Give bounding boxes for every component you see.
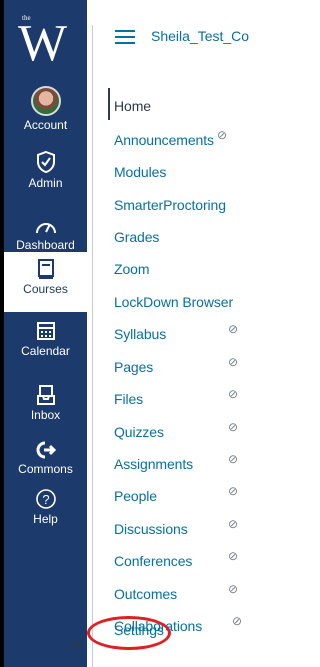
course-nav-assignments[interactable]: Assignments xyxy=(114,456,193,472)
course-nav-syllabus[interactable]: Syllabus xyxy=(114,326,166,342)
nav-divider xyxy=(92,25,93,667)
nav-item-label: Calendar xyxy=(21,344,70,358)
logo-icon: the W xyxy=(18,14,67,72)
global-navigation: the W Account Admin Dashboard Courses Ca… xyxy=(4,0,87,667)
course-nav-quizzes[interactable]: Quizzes xyxy=(114,424,164,440)
avatar xyxy=(30,86,61,116)
svg-text:?: ? xyxy=(42,492,49,507)
logo[interactable]: the W xyxy=(4,0,87,72)
help-icon: ? xyxy=(35,489,56,509)
course-nav-grades[interactable]: Grades xyxy=(114,229,159,245)
course-nav-discussions[interactable]: Discussions xyxy=(114,521,188,537)
nav-item-label: Inbox xyxy=(30,408,61,422)
hidden-eye-icon: ⊘ xyxy=(228,452,239,466)
hidden-eye-icon: ⊘ xyxy=(232,614,243,628)
course-title-breadcrumb[interactable]: Sheila_Test_Co xyxy=(151,28,249,44)
course-nav-files[interactable]: Files xyxy=(114,391,143,407)
course-nav-zoom[interactable]: Zoom xyxy=(114,261,149,277)
course-nav-pages[interactable]: Pages xyxy=(114,359,153,375)
course-nav-people[interactable]: People xyxy=(114,488,157,504)
hidden-eye-icon: ⊘ xyxy=(228,517,239,531)
nav-item-dashboard[interactable]: Dashboard xyxy=(4,216,87,252)
active-indicator xyxy=(108,88,110,120)
stray-text: e xyxy=(73,636,82,653)
hidden-eye-icon: ⊘ xyxy=(228,355,239,369)
calendar-icon xyxy=(36,322,55,340)
hidden-eye-icon: ⊘ xyxy=(228,387,239,401)
nav-item-calendar[interactable]: Calendar xyxy=(4,320,87,358)
hidden-eye-icon: ⊘ xyxy=(228,582,239,596)
nav-item-label: Admin xyxy=(28,176,63,190)
logo-letter: W xyxy=(18,15,67,70)
nav-item-label: Commons xyxy=(18,462,73,476)
hidden-eye-icon: ⊘ xyxy=(228,322,239,336)
book-icon xyxy=(37,259,54,279)
course-nav-lockdown-browser[interactable]: LockDown Browser xyxy=(114,294,233,310)
commons-icon xyxy=(36,441,56,459)
hidden-eye-icon: ⊘ xyxy=(228,420,239,434)
hidden-eye-icon: ⊘ xyxy=(228,484,239,498)
settings-highlight-annotation xyxy=(87,616,171,650)
course-nav-smarterproctoring[interactable]: SmarterProctoring xyxy=(114,197,226,213)
dashboard-icon xyxy=(35,223,56,234)
course-nav-home[interactable]: Home xyxy=(114,98,151,114)
course-nav-outcomes[interactable]: Outcomes xyxy=(114,586,177,602)
nav-item-label: Help xyxy=(33,512,58,526)
shield-icon xyxy=(36,150,55,174)
course-nav-conferences[interactable]: Conferences xyxy=(114,553,192,569)
hidden-eye-icon: ⊘ xyxy=(228,549,239,563)
nav-item-help[interactable]: ? Help xyxy=(4,488,87,526)
nav-item-label: Account xyxy=(23,118,68,132)
course-nav-announcements[interactable]: Announcements xyxy=(114,132,214,148)
nav-item-admin[interactable]: Admin xyxy=(4,150,87,190)
course-nav-modules[interactable]: Modules xyxy=(114,164,166,180)
nav-item-commons[interactable]: Commons xyxy=(4,440,87,476)
nav-item-label: Courses xyxy=(23,282,68,296)
nav-item-account[interactable]: Account xyxy=(4,86,87,132)
nav-item-inbox[interactable]: Inbox xyxy=(4,384,87,422)
hamburger-menu-icon[interactable] xyxy=(115,30,135,44)
nav-item-courses[interactable]: Courses xyxy=(4,252,87,312)
hidden-eye-icon: ⊘ xyxy=(217,128,228,142)
nav-item-label: Dashboard xyxy=(16,238,75,252)
inbox-icon xyxy=(36,385,55,405)
